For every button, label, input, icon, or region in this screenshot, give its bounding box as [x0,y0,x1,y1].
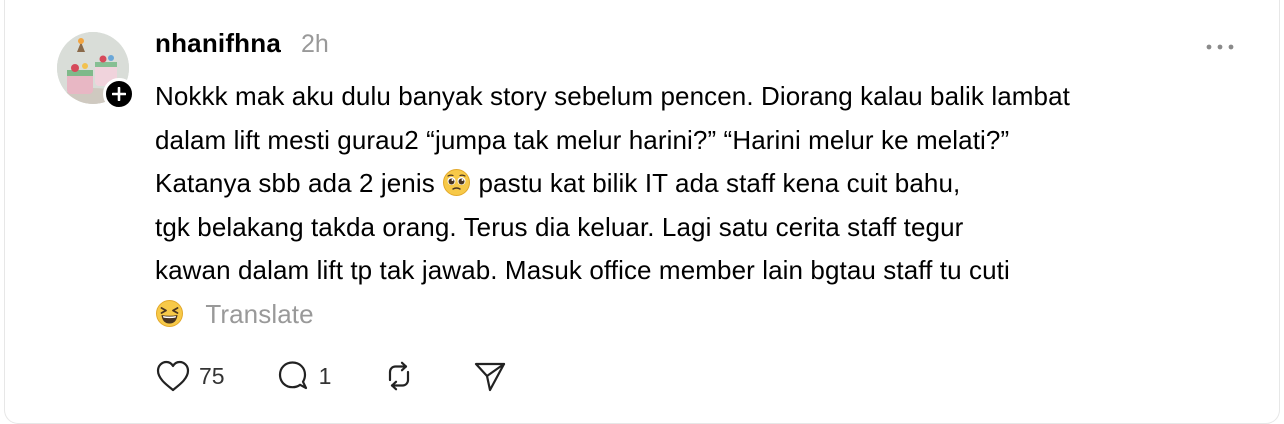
like-button[interactable]: 75 [155,359,225,393]
username-link[interactable]: nhanifhna [155,28,281,59]
translate-link[interactable]: Translate [205,299,313,329]
post-text-line: tgk belakang takda orang. Terus dia kelu… [155,211,964,242]
post-text-segment: Katanya sbb ada 2 jenis [155,168,435,198]
reply-count: 1 [318,362,332,389]
post-text-line: Translate [155,293,1245,337]
post-text: Nokkk mak aku dulu banyak story sebelum … [155,75,1245,336]
heart-icon [156,360,190,392]
post-text-line: kawan dalam lift tp tak jawab. Masuk off… [155,255,1010,285]
post-timestamp[interactable]: 2h [301,30,329,59]
post-actions-bar: 75 1 [155,358,508,394]
comment-bubble-icon [278,361,307,390]
avatar-container [57,32,135,110]
reply-button[interactable]: 1 [275,359,332,393]
follow-button[interactable] [103,78,135,110]
like-count: 75 [199,362,225,389]
more-horizontal-icon [1206,44,1234,50]
repost-button[interactable] [381,359,417,393]
post-header: nhanifhna 2h [155,28,329,68]
more-options-button[interactable] [1203,34,1237,60]
post-text-line: dalam lift mesti gurau2 “jumpa tak melur… [155,124,1010,155]
post-text-line: Nokkk mak aku dulu banyak story sebelum … [155,81,1070,111]
post-text-segment: pastu kat bilik IT ada staff kena cuit b… [478,168,961,198]
post-card: nhanifhna 2h Nokkk mak aku dulu banyak s… [4,0,1280,424]
pleading-face-emoji [442,168,471,197]
post-text-line: Katanya sbb ada 2 jenis pastu kat bilik … [155,162,1245,206]
share-button[interactable] [472,359,508,393]
plus-icon [112,87,126,101]
grinning-squinting-face-emoji [155,299,184,328]
repost-icon [389,361,410,391]
send-icon [475,362,506,392]
